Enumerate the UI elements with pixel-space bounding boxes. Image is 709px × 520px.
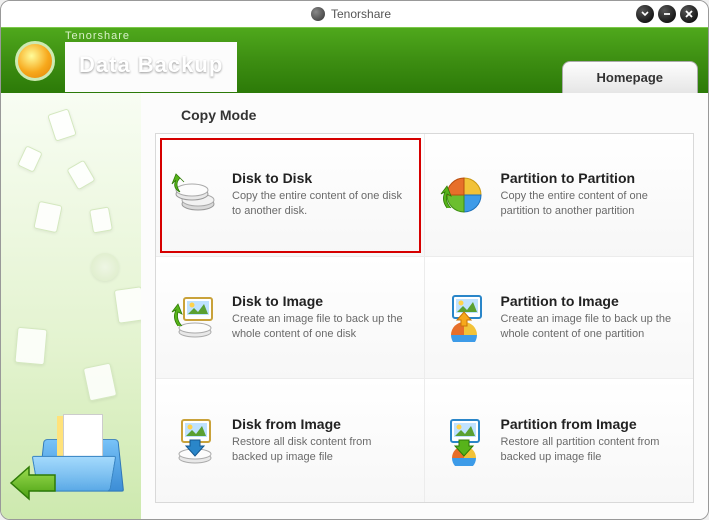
card-text: Partition to Image Create an image file … [501, 293, 680, 342]
tab-homepage[interactable]: Homepage [562, 61, 698, 93]
paper-deco-icon [114, 286, 141, 324]
brand-sub: Tenorshare [65, 30, 237, 42]
minimize-icon [662, 9, 672, 19]
card-desc: Copy the entire content of one disk to a… [232, 189, 410, 219]
tab-homepage-label: Homepage [597, 70, 663, 85]
paper-deco-icon [14, 327, 47, 365]
disk-to-image-icon [170, 292, 220, 342]
header: Tenorshare Data Backup Homepage [1, 27, 708, 93]
paper-deco-icon [17, 145, 43, 173]
card-partition-to-partition[interactable]: Partition to Partition Copy the entire c… [425, 134, 694, 257]
paper-deco-icon [33, 201, 62, 233]
card-desc: Create an image file to back up the whol… [501, 312, 680, 342]
body: Copy Mode Disk to Disk Co [1, 93, 708, 520]
card-disk-from-image[interactable]: Disk from Image Restore all disk content… [156, 379, 425, 502]
partition-from-image-icon [439, 416, 489, 466]
titlebar-brand: Tenorshare [311, 7, 391, 21]
card-disk-to-disk[interactable]: Disk to Disk Copy the entire content of … [156, 134, 425, 257]
card-disk-to-image[interactable]: Disk to Image Create an image file to ba… [156, 257, 425, 380]
sidebar [1, 93, 141, 520]
card-desc: Restore all partition content from backe… [501, 435, 680, 465]
card-title: Partition from Image [501, 416, 680, 432]
brand: Tenorshare Data Backup [15, 30, 237, 92]
back-arrow-icon [9, 465, 59, 501]
card-text: Disk to Image Create an image file to ba… [232, 293, 410, 342]
brand-text: Tenorshare Data Backup [65, 30, 237, 92]
main: Copy Mode Disk to Disk Co [141, 93, 708, 520]
chevron-down-icon [640, 9, 650, 19]
partition-to-partition-icon [439, 170, 489, 220]
paper-deco-icon [83, 362, 117, 401]
card-title: Partition to Image [501, 293, 680, 309]
card-title: Disk to Disk [232, 170, 410, 186]
disk-from-image-icon [170, 416, 220, 466]
card-desc: Restore all disk content from backed up … [232, 435, 410, 465]
section-title: Copy Mode [181, 107, 694, 123]
help-button[interactable] [636, 5, 654, 23]
card-desc: Create an image file to back up the whol… [232, 312, 410, 342]
paper-deco-icon [47, 108, 77, 141]
paper-deco-icon [66, 160, 95, 191]
card-text: Disk from Image Restore all disk content… [232, 416, 410, 465]
close-button[interactable] [680, 5, 698, 23]
back-button[interactable] [9, 465, 59, 506]
brand-main: Data Backup [65, 42, 237, 92]
titlebar-brand-text: Tenorshare [331, 7, 391, 21]
card-text: Partition to Partition Copy the entire c… [501, 170, 680, 219]
card-text: Partition from Image Restore all partiti… [501, 416, 680, 465]
card-partition-to-image[interactable]: Partition to Image Create an image file … [425, 257, 694, 380]
close-icon [684, 9, 694, 19]
card-partition-from-image[interactable]: Partition from Image Restore all partiti… [425, 379, 694, 502]
card-title: Partition to Partition [501, 170, 680, 186]
gear-deco-icon [91, 253, 119, 281]
card-grid: Disk to Disk Copy the entire content of … [155, 133, 694, 503]
card-text: Disk to Disk Copy the entire content of … [232, 170, 410, 219]
titlebar: Tenorshare [1, 1, 708, 27]
tenorshare-logo-icon [311, 7, 325, 21]
brand-icon [15, 41, 55, 81]
partition-to-image-icon [439, 292, 489, 342]
minimize-button[interactable] [658, 5, 676, 23]
disk-to-disk-icon [170, 170, 220, 220]
app-window: Tenorshare Tenorshare Data Backup Homepa… [0, 0, 709, 520]
card-desc: Copy the entire content of one partition… [501, 189, 680, 219]
paper-deco-icon [89, 206, 113, 233]
window-controls [636, 5, 698, 23]
card-title: Disk from Image [232, 416, 410, 432]
card-title: Disk to Image [232, 293, 410, 309]
